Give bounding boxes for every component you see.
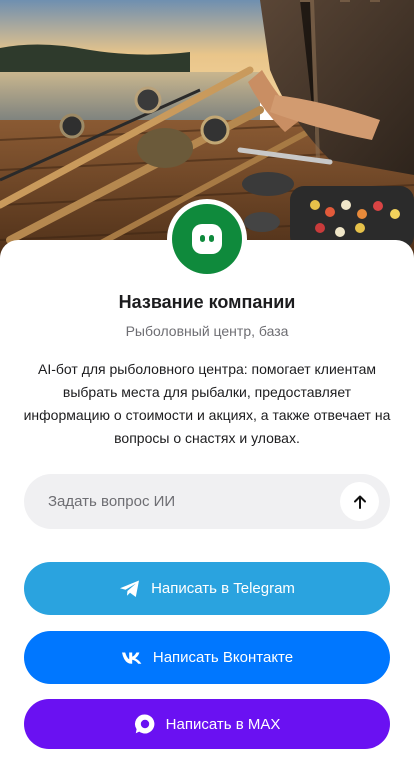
company-name: Название компании xyxy=(118,292,296,312)
max-button-label: Написать в MAX xyxy=(165,715,281,733)
company-avatar xyxy=(167,199,247,279)
chat-bot-icon xyxy=(172,204,242,274)
max-icon xyxy=(134,713,156,735)
vk-button-label: Написать Вконтакте xyxy=(152,649,294,666)
vk-button[interactable]: Написать Вконтакте xyxy=(24,631,390,684)
telegram-button-label: Написать в Telegram xyxy=(151,580,295,597)
max-button[interactable]: Написать в MAX xyxy=(24,699,390,749)
telegram-icon xyxy=(119,579,141,599)
ask-ai-input[interactable] xyxy=(24,474,324,529)
company-description: AI-бот для рыболовного центра: помогает … xyxy=(23,361,391,446)
ask-ai-box xyxy=(24,474,390,529)
telegram-button[interactable]: Написать в Telegram xyxy=(24,562,390,615)
company-category: Рыболовный центр, база xyxy=(125,323,289,339)
arrow-up-icon xyxy=(353,495,366,509)
vk-icon xyxy=(121,651,143,665)
send-question-button[interactable] xyxy=(340,482,379,521)
